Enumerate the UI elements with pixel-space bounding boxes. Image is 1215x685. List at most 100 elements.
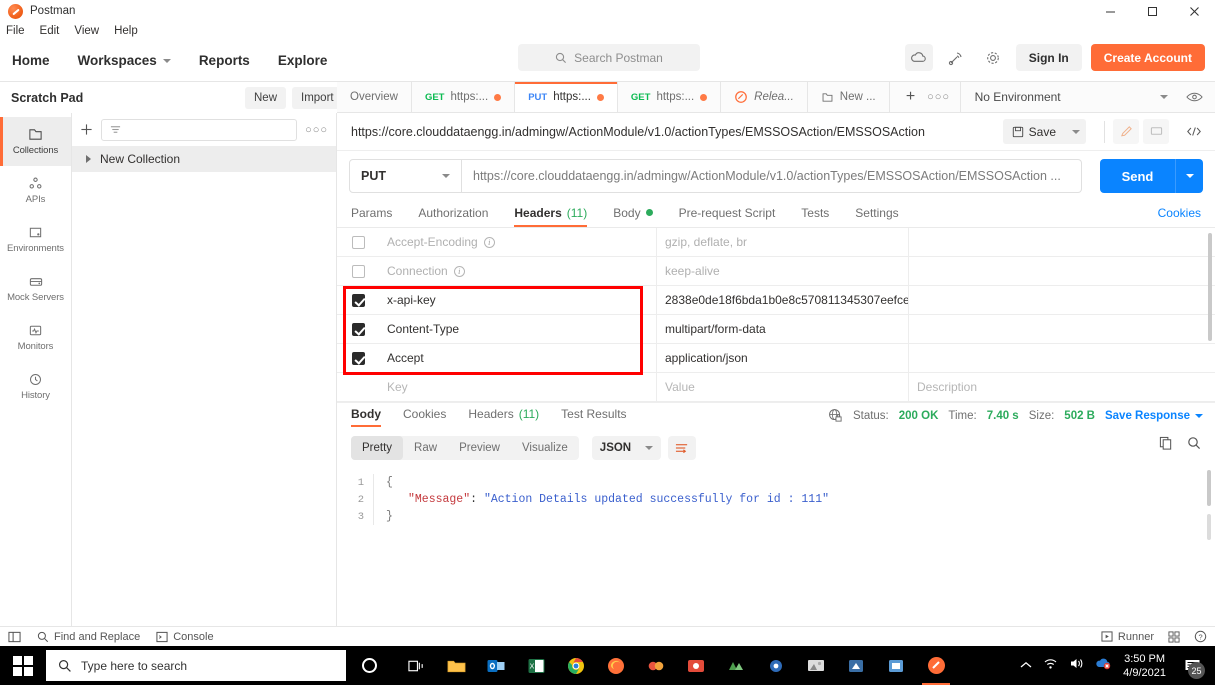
header-key-cell[interactable]: Connection i [379,256,657,286]
tab-request-1[interactable]: GET https:... [411,82,516,112]
tab-body[interactable]: Body [613,206,653,227]
minimize-button[interactable] [1089,0,1131,22]
header-description-cell[interactable] [909,344,1215,373]
app-5-button[interactable] [836,646,876,685]
photos-button[interactable] [796,646,836,685]
header-value-cell-empty[interactable]: Value [657,372,909,402]
network-button[interactable] [1043,657,1058,675]
satellite-icon[interactable] [942,44,970,71]
header-description-cell[interactable] [909,257,1215,286]
tab-request-2[interactable]: PUT https:... [515,82,618,112]
eye-icon[interactable] [1186,91,1203,103]
table-row-empty[interactable]: Key Value Description [337,372,1215,402]
tab-tests[interactable]: Tests [801,206,829,227]
new-button[interactable]: New [245,87,287,109]
sidebar-item-environments[interactable]: Environments [0,215,71,264]
table-row[interactable]: Accept application/json [337,343,1215,373]
onedrive-status-icon[interactable] [1095,656,1112,675]
collections-more-icon[interactable]: ○○○ [305,124,328,136]
row-checkbox[interactable] [351,293,365,307]
postman-taskbar-button[interactable] [916,646,956,685]
response-tab-cookies[interactable]: Cookies [403,407,446,427]
start-button[interactable] [0,646,46,685]
response-scrollbar[interactable] [1207,470,1211,506]
menu-item-file[interactable]: File [6,25,25,37]
app-6-button[interactable] [876,646,916,685]
app-4-button[interactable] [756,646,796,685]
layout-button[interactable] [1168,630,1180,643]
menu-item-edit[interactable]: Edit [40,25,60,37]
wrap-lines-button[interactable] [668,436,697,460]
maximize-button[interactable] [1131,0,1173,22]
tab-authorization[interactable]: Authorization [418,206,488,227]
search-input[interactable]: Search Postman [518,44,700,71]
view-mode-preview[interactable]: Preview [448,436,511,460]
send-button[interactable]: Send [1100,159,1175,193]
header-key-cell[interactable]: x-api-key [379,285,657,315]
response-format-select[interactable]: JSON [591,436,662,460]
row-checkbox[interactable] [351,235,365,249]
info-icon[interactable]: i [483,236,495,248]
plus-icon[interactable] [80,123,93,136]
tab-options-icon[interactable]: ○○○ [926,82,952,113]
row-checkbox[interactable] [351,351,365,365]
find-and-replace-button[interactable]: Find and Replace [37,631,140,643]
menu-item-view[interactable]: View [74,25,99,37]
taskbar-clock[interactable]: 3:50 PM 4/9/2021 [1123,652,1166,680]
header-description-cell[interactable] [909,286,1215,315]
row-checkbox[interactable] [351,264,365,278]
response-body-code[interactable]: 1 { 2 "Message" : "Action Details update… [337,466,1215,616]
header-value-cell[interactable]: 2838e0de18f6bda1b0e8c570811345307eefce..… [657,285,909,315]
create-account-button[interactable]: Create Account [1090,44,1205,71]
table-row[interactable]: Accept-Encoding i gzip, deflate, br [337,227,1215,257]
nav-home[interactable]: Home [12,53,50,68]
taskbar-search-input[interactable]: Type here to search [46,650,346,681]
response-tab-body[interactable]: Body [351,407,381,427]
view-mode-raw[interactable]: Raw [403,436,448,460]
menu-item-help[interactable]: Help [114,25,138,37]
outlook-button[interactable] [476,646,516,685]
header-value-cell[interactable]: multipart/form-data [657,314,909,344]
info-icon[interactable]: i [453,265,465,277]
collection-item[interactable]: New Collection [72,146,336,172]
close-button[interactable] [1173,0,1215,22]
help-button[interactable]: ? [1194,630,1207,643]
sign-in-button[interactable]: Sign In [1015,44,1082,71]
sidebar-item-mock-servers[interactable]: Mock Servers [0,264,71,313]
excel-button[interactable]: X [516,646,556,685]
tab-settings[interactable]: Settings [855,206,898,227]
header-description-cell-empty[interactable]: Description [909,373,1215,402]
sidebar-item-monitors[interactable]: Monitors [0,313,71,362]
chrome-button[interactable] [556,646,596,685]
view-mode-pretty[interactable]: Pretty [351,436,404,460]
header-key-cell[interactable]: Content-Type [379,314,657,344]
app-2-button[interactable] [676,646,716,685]
tab-release-notes[interactable]: Relea... [721,82,808,112]
save-options-button[interactable] [1065,119,1086,144]
environment-selector[interactable]: No Environment [961,82,1215,112]
app-3-button[interactable] [716,646,756,685]
table-row[interactable]: Connection i keep-alive [337,256,1215,286]
response-tab-headers[interactable]: Headers (11) [468,407,539,427]
new-tab-button[interactable]: + [898,82,924,113]
nav-workspaces[interactable]: Workspaces [78,53,171,68]
tab-new[interactable]: New ... [807,82,890,112]
nav-reports[interactable]: Reports [199,53,250,68]
header-description-cell[interactable] [909,228,1215,257]
comment-button[interactable] [1143,119,1169,144]
table-row[interactable]: x-api-key 2838e0de18f6bda1b0e8c570811345… [337,285,1215,315]
search-icon[interactable] [1187,436,1201,450]
tab-params[interactable]: Params [351,206,392,227]
send-options-button[interactable] [1175,159,1203,193]
volume-button[interactable] [1069,657,1084,675]
header-value-cell[interactable]: keep-alive [657,256,909,286]
collections-filter-input[interactable] [101,118,298,141]
cortana-button[interactable] [346,646,392,685]
nav-explore[interactable]: Explore [278,53,328,68]
firefox-button[interactable] [596,646,636,685]
action-center-button[interactable]: 25 [1177,646,1207,685]
sidebar-item-apis[interactable]: APIs [0,166,71,215]
header-description-cell[interactable] [909,315,1215,344]
copy-icon[interactable] [1159,436,1173,451]
console-button[interactable]: Console [156,631,214,643]
